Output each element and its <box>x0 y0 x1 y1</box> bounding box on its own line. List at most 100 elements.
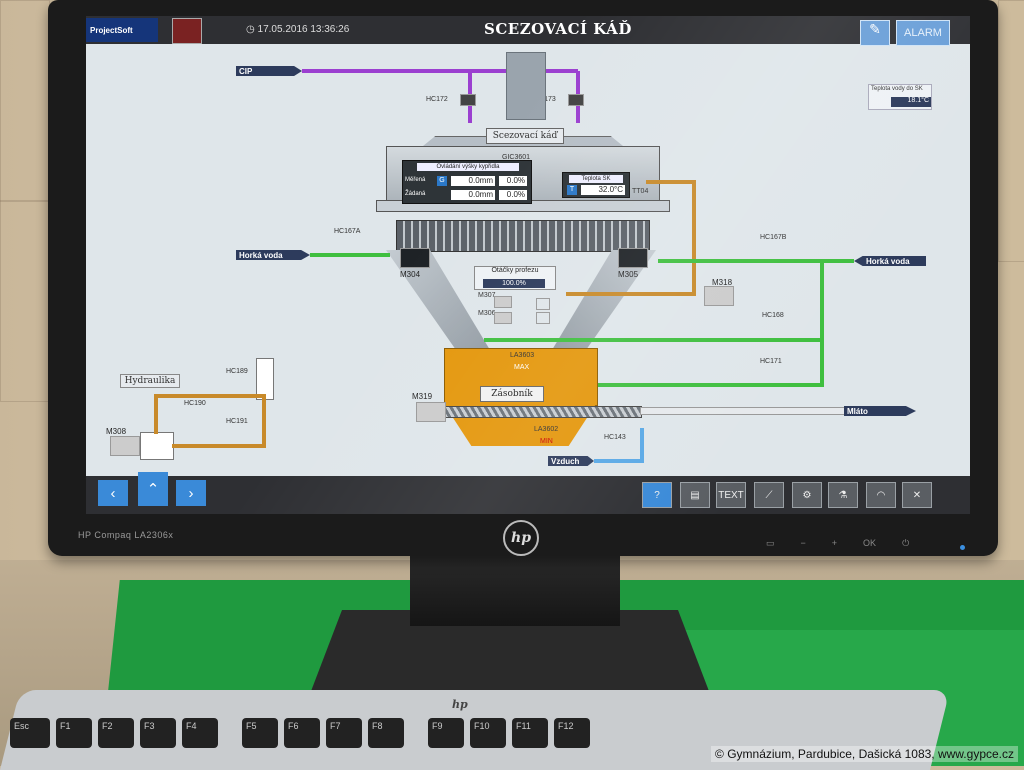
gear-icon: ⚙ <box>802 489 812 501</box>
keyboard-key[interactable]: Esc <box>10 718 50 748</box>
motor-m308[interactable] <box>110 436 140 456</box>
valve-hc167a[interactable]: HC167A <box>334 228 360 235</box>
vessel-label: Scezovací káď <box>486 128 564 144</box>
hydraulic-pipe <box>262 394 266 446</box>
keyboard-key[interactable]: F12 <box>554 718 590 748</box>
motor-m306[interactable] <box>494 312 512 324</box>
sensor-la3603: LA3603 <box>510 352 535 359</box>
keyboard-key[interactable]: F8 <box>368 718 404 748</box>
keyboard-key[interactable]: F5 <box>242 718 278 748</box>
valve-hc168[interactable]: HC168 <box>762 312 784 319</box>
keyboard-key[interactable]: F1 <box>56 718 92 748</box>
water-temp-value: 18.1°C <box>891 97 931 107</box>
valve-actuator[interactable] <box>460 94 476 106</box>
motor-m306-label: M306 <box>478 310 496 317</box>
text-button[interactable]: TEXT <box>716 482 746 508</box>
trend-button[interactable]: ⟋ <box>754 482 784 508</box>
air-tag: Vzduch <box>548 456 594 466</box>
hydraulic-pipe <box>154 394 264 398</box>
keyboard-key[interactable]: F9 <box>428 718 464 748</box>
hot-water-pipe-left <box>310 253 390 257</box>
projectsoft-logo: ProjectSoft <box>86 18 158 42</box>
hot-water-riser <box>820 261 824 387</box>
power-button[interactable]: ⏻ <box>902 538 909 549</box>
set-mm[interactable]: 0.0mm <box>451 190 495 200</box>
hot-water-branch <box>576 383 820 387</box>
valve-actuator[interactable] <box>568 94 584 106</box>
power-led <box>960 545 965 550</box>
wall-tile <box>0 0 50 202</box>
motor-m305[interactable] <box>618 248 648 268</box>
valve-hc171[interactable]: HC171 <box>760 358 782 365</box>
set-label: Žádaná <box>405 191 426 197</box>
valve-hc167b[interactable]: HC167B <box>760 234 786 241</box>
motor-m307[interactable] <box>494 296 512 308</box>
valve-hc172[interactable]: HC172 <box>426 96 448 103</box>
monitor-model: HP Compaq LA2306x <box>78 530 174 540</box>
keyboard-key[interactable]: F7 <box>326 718 362 748</box>
wall-tile <box>998 0 1024 262</box>
tank-label: Zásobník <box>480 386 544 402</box>
chevron-left-icon: ‹ <box>110 484 116 502</box>
monitor-buttons[interactable]: ▭ − + OK ⏻ <box>766 538 909 549</box>
nav-prev-button[interactable]: ‹ <box>98 480 128 506</box>
valve-hc191[interactable]: HC191 <box>226 418 248 425</box>
nav-home-button[interactable]: ⌃ <box>138 472 168 506</box>
datetime-text: 17.05.2016 13:36:26 <box>257 24 350 35</box>
flask-button[interactable]: ⚗ <box>828 482 858 508</box>
settings-button[interactable]: ⚙ <box>792 482 822 508</box>
keyboard-key[interactable]: F2 <box>98 718 134 748</box>
tools-icon: ✕ <box>912 489 922 501</box>
wort-pipe <box>566 292 696 296</box>
bezel-button[interactable]: + <box>832 538 837 549</box>
flask-icon: ⚗ <box>838 489 848 501</box>
g-button[interactable]: G <box>437 176 447 186</box>
keyboard-function-row: Esc F1 F2 F3 F4 F5 F6 F7 F8 F9 F10 F11 F12 <box>10 718 590 748</box>
valve-hc143[interactable]: HC143 <box>604 434 626 441</box>
wall-tile <box>0 200 50 402</box>
hot-water-right-tag: Horká voda <box>854 256 926 266</box>
keyboard-key[interactable]: F3 <box>140 718 176 748</box>
page-title: SCEZOVACÍ KÁĎ <box>484 20 632 38</box>
keyboard-key[interactable]: F10 <box>470 718 506 748</box>
scada-screen: ProjectSoft ◷ 17.05.2016 13:36:26 SCEZOV… <box>86 16 970 514</box>
measured-pct: 0.0% <box>499 176 527 186</box>
motor-m319[interactable] <box>416 402 446 422</box>
keyboard-key[interactable]: F6 <box>284 718 320 748</box>
keyboard-key[interactable]: F4 <box>182 718 218 748</box>
motor-m307-label: M307 <box>478 292 496 299</box>
height-panel-title: Ovládání výšky kypřidla <box>417 163 519 171</box>
bezel-button[interactable]: OK <box>863 538 876 549</box>
keyboard-logo: hp <box>452 698 468 711</box>
valve-hc189[interactable]: HC189 <box>226 368 248 375</box>
false-bottom-sieve <box>396 220 650 252</box>
document-button[interactable]: ▤ <box>680 482 710 508</box>
air-pipe <box>594 459 644 463</box>
valve-hc190[interactable]: HC190 <box>184 400 206 407</box>
t-button[interactable]: T <box>567 185 577 195</box>
temp-panel-title: Teplota SK <box>569 175 623 183</box>
set-pct[interactable]: 0.0% <box>499 190 527 200</box>
bezel-button[interactable]: ▭ <box>766 538 775 549</box>
hot-water-left-tag: Horká voda <box>236 250 310 260</box>
hydraulics-label: Hydraulika <box>120 374 180 388</box>
help-button[interactable]: ? <box>642 482 672 508</box>
sensor-tt: TT04 <box>632 188 649 195</box>
rake-arrow-down[interactable] <box>536 312 550 324</box>
min-label: MIN <box>540 438 553 445</box>
chart-icon: ⟋ <box>765 489 773 501</box>
gauge-icon: ◠ <box>876 489 886 501</box>
alarm-button[interactable]: ALARM <box>896 20 950 46</box>
spent-grain-tag: Mláto <box>844 406 916 416</box>
nav-next-button[interactable]: › <box>176 480 206 506</box>
tools-button[interactable]: ✕ <box>902 482 932 508</box>
motor-m319-label: M319 <box>412 392 433 401</box>
motor-m304[interactable] <box>400 248 430 268</box>
keyboard-key[interactable]: F11 <box>512 718 548 748</box>
motor-m318-label: M318 <box>712 278 733 287</box>
tool-button[interactable]: ✎ <box>860 20 890 46</box>
bezel-button[interactable]: − <box>801 538 806 549</box>
rake-arrow-up[interactable] <box>536 298 550 310</box>
motor-m318[interactable] <box>704 286 734 306</box>
gauge-button[interactable]: ◠ <box>866 482 896 508</box>
